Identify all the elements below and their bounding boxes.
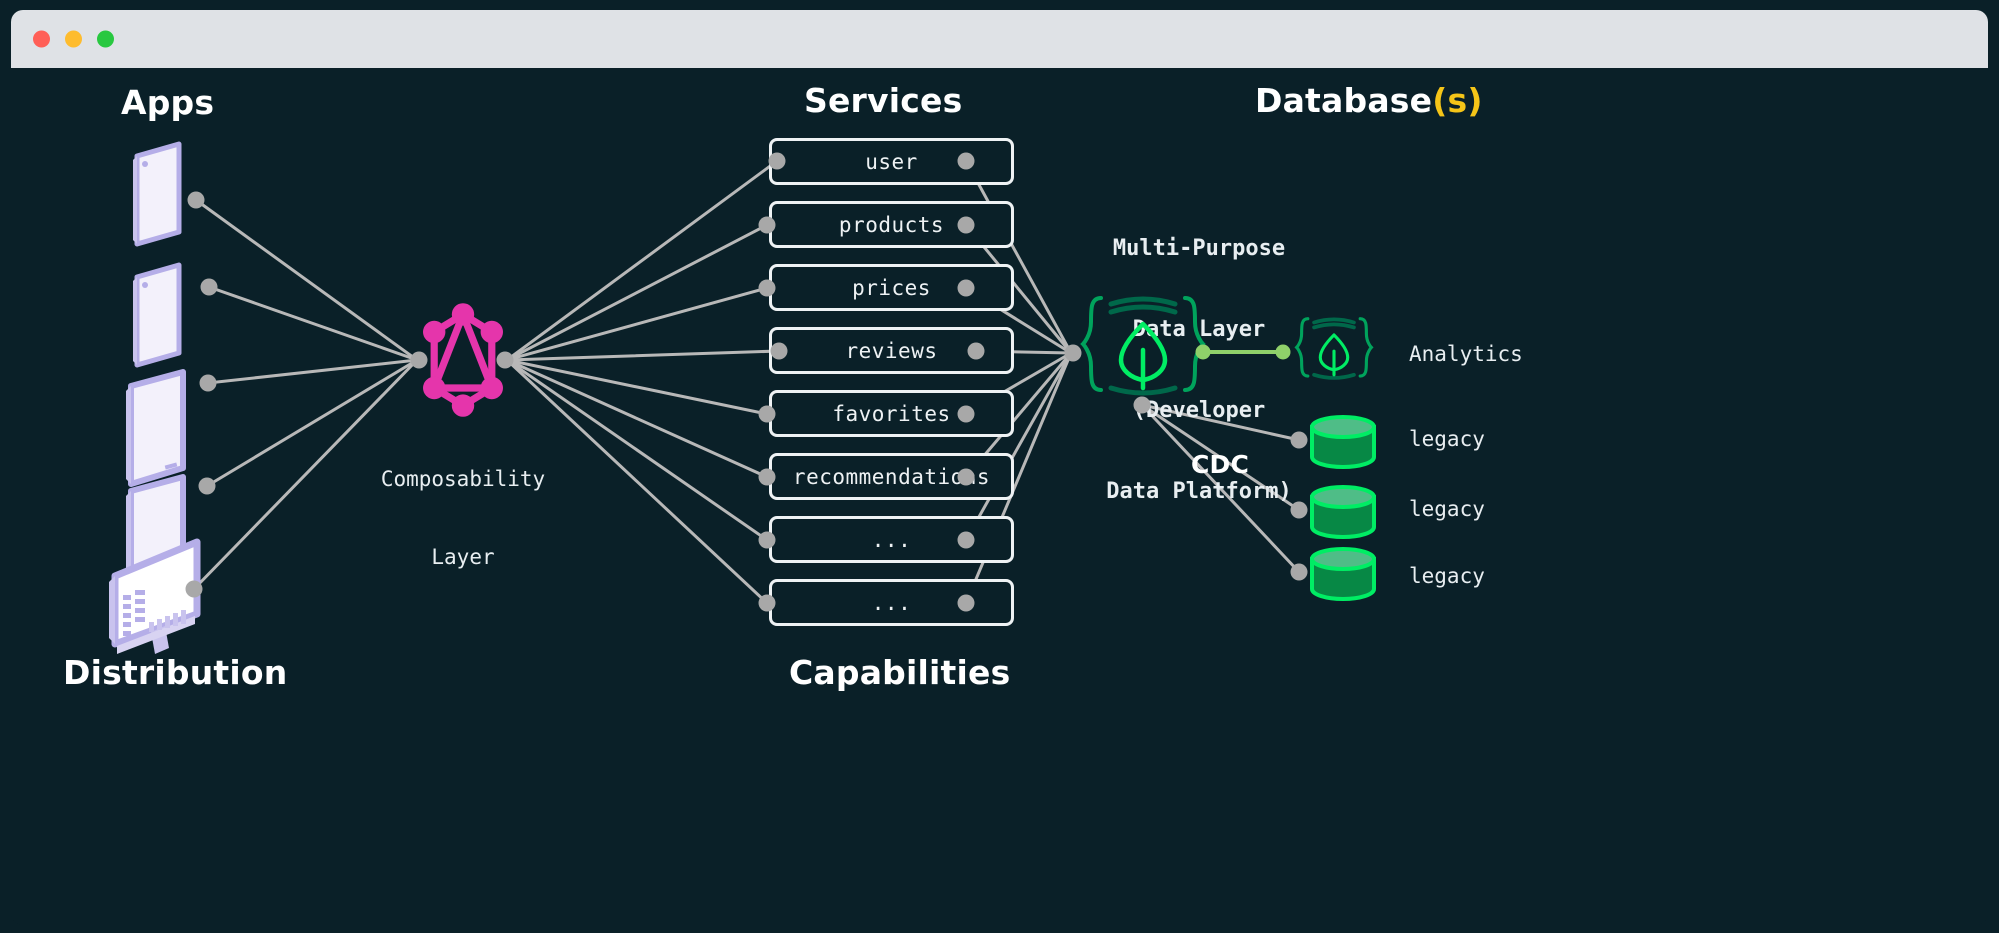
close-button-icon[interactable] [33,31,50,48]
service-out-node-8[interactable] [958,595,975,612]
service-out-node-6[interactable] [958,469,975,486]
service-in-node-1[interactable] [769,153,786,170]
composability-label-line1: Composability [323,466,603,492]
service-in-node-2[interactable] [759,217,776,234]
data-layer-input-node[interactable] [1065,345,1082,362]
mongodb-analytics-icon [1294,315,1374,391]
heading-database-label: Database [1255,81,1432,120]
service-box-prices[interactable]: prices [769,264,1014,311]
app-node-1[interactable] [188,192,205,209]
service-out-node-3[interactable] [958,280,975,297]
app-device-desktop [99,538,229,658]
service-box-user[interactable]: user [769,138,1014,185]
service-out-node-7[interactable] [958,532,975,549]
heading-database: Database(s) [1255,81,1483,120]
cdc-label: CDC [1191,450,1249,479]
service-box-ellipsis-2[interactable]: ... [769,579,1014,626]
app-device-tablet-1 [115,368,201,490]
diagram-root: Apps Services Database(s) Distribution C… [0,0,1999,933]
traffic-light-group [33,31,114,48]
db-cylinder-icon-1 [1308,415,1378,469]
heading-services: Services [804,81,962,120]
composability-layer-label: Composability Layer [323,414,603,622]
legacy-db-node-2[interactable] [1291,502,1308,519]
service-box-favorites[interactable]: favorites [769,390,1014,437]
service-in-node-7[interactable] [759,532,776,549]
analytics-input-node[interactable] [1276,345,1291,360]
heading-distribution: Distribution [63,653,287,692]
app-node-3[interactable] [200,375,217,392]
app-device-phone-1 [123,140,193,250]
service-in-node-5[interactable] [759,406,776,423]
database-label-legacy-2: legacy [1409,496,1629,522]
data-layer-title-line1: Multi-Purpose [1029,235,1369,262]
heading-apps: Apps [121,83,214,122]
minimize-button-icon[interactable] [65,31,82,48]
app-node-2[interactable] [201,279,218,296]
service-box-products[interactable]: products [769,201,1014,248]
service-box-recommendations[interactable]: recommendations [769,453,1014,500]
composability-label-line2: Layer [323,544,603,570]
diagram-canvas: Apps Services Database(s) Distribution C… [11,68,1988,925]
db-cylinder-icon-3 [1308,547,1378,601]
cdc-source-node[interactable] [1134,397,1151,414]
db-cylinder-icon-2 [1308,485,1378,539]
service-in-node-3[interactable] [759,280,776,297]
heading-capabilities: Capabilities [789,653,1010,692]
service-out-node-4[interactable] [968,343,985,360]
app-node-4[interactable] [199,478,216,495]
app-node-5[interactable] [186,581,203,598]
legacy-db-node-3[interactable] [1291,564,1308,581]
service-out-node-1[interactable] [958,153,975,170]
legacy-db-node-1[interactable] [1291,432,1308,449]
maximize-button-icon[interactable] [97,31,114,48]
window-titlebar [11,10,1988,68]
database-label-legacy-1: legacy [1409,426,1629,452]
data-layer-output-node[interactable] [1196,345,1211,360]
service-in-node-4[interactable] [771,343,788,360]
service-in-node-6[interactable] [759,469,776,486]
database-label-legacy-3: legacy [1409,563,1629,589]
database-label-analytics: Analytics [1409,341,1629,367]
heading-database-accent: (s) [1432,81,1482,120]
graphql-logo-icon [423,303,503,417]
app-device-phone-2 [123,261,193,371]
service-out-node-2[interactable] [958,217,975,234]
service-in-node-8[interactable] [759,595,776,612]
service-box-ellipsis-1[interactable]: ... [769,516,1014,563]
service-out-node-5[interactable] [958,406,975,423]
